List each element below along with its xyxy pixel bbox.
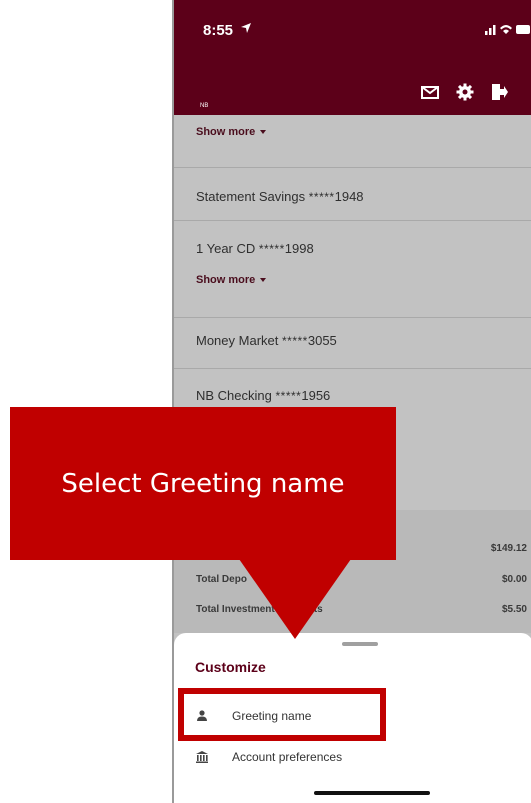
bank-icon <box>196 751 208 763</box>
show-more-link[interactable]: Show more <box>196 274 267 286</box>
account-mask: ***** <box>275 389 302 403</box>
caret-down-icon <box>260 130 267 135</box>
home-indicator <box>314 791 430 795</box>
list-item: Show more <box>174 115 531 168</box>
caret-down-icon <box>260 278 267 283</box>
phone-screen: 8:55 NB Show more Statement Savings ****… <box>172 0 531 803</box>
battery-icon <box>516 25 530 34</box>
account-mask: ***** <box>282 334 308 348</box>
account-name: 1 Year CD <box>196 241 256 256</box>
mail-icon[interactable] <box>420 82 440 102</box>
account-number: 3055 <box>307 333 337 348</box>
account-number: 1998 <box>284 241 314 256</box>
app-header: 8:55 NB <box>174 0 531 115</box>
status-time: 8:55 <box>203 22 234 39</box>
account-mask: ***** <box>308 190 335 204</box>
wifi-icon <box>500 25 512 34</box>
show-more-link[interactable]: Show more <box>196 126 267 138</box>
account-row[interactable]: 1 Year CD *****1998 Show more <box>174 221 531 318</box>
account-title: NB Checking *****1956 <box>196 388 330 403</box>
signal-icon <box>485 31 488 35</box>
account-name: Statement Savings <box>196 189 306 204</box>
account-name: NB Checking <box>196 388 272 403</box>
account-name: Money Market <box>196 333 279 348</box>
total-value: $5.50 <box>501 604 527 615</box>
account-title: 1 Year CD *****1998 <box>196 241 314 256</box>
status-icons <box>485 25 530 35</box>
account-number: 1956 <box>301 388 331 403</box>
show-more-label: Show more <box>196 274 256 286</box>
location-arrow-icon <box>241 23 251 33</box>
callout-pointer <box>239 559 351 639</box>
total-value: $149.12 <box>490 543 527 554</box>
tutorial-screenshot: 8:55 NB Show more Statement Savings ****… <box>0 0 531 803</box>
show-more-label: Show more <box>196 126 256 138</box>
account-number: 1948 <box>334 189 364 204</box>
callout-text: Select Greeting name <box>61 469 345 499</box>
gear-icon[interactable] <box>455 82 475 102</box>
account-preferences-item[interactable]: Account preferences <box>174 743 531 773</box>
highlight-box <box>178 688 386 741</box>
sheet-title: Customize <box>195 659 266 675</box>
account-row[interactable]: Statement Savings *****1948 <box>174 168 531 221</box>
account-title: Statement Savings *****1948 <box>196 189 364 204</box>
sheet-grabber[interactable] <box>342 642 378 646</box>
logout-icon[interactable] <box>489 82 509 102</box>
total-value: $0.00 <box>501 574 527 585</box>
account-preferences-label: Account preferences <box>232 750 343 764</box>
app-logo: NB <box>200 103 209 109</box>
account-title: Money Market *****3055 <box>196 333 337 348</box>
account-row[interactable]: Money Market *****3055 <box>174 318 531 369</box>
tutorial-callout: Select Greeting name <box>10 407 396 560</box>
account-mask: ***** <box>258 242 285 256</box>
